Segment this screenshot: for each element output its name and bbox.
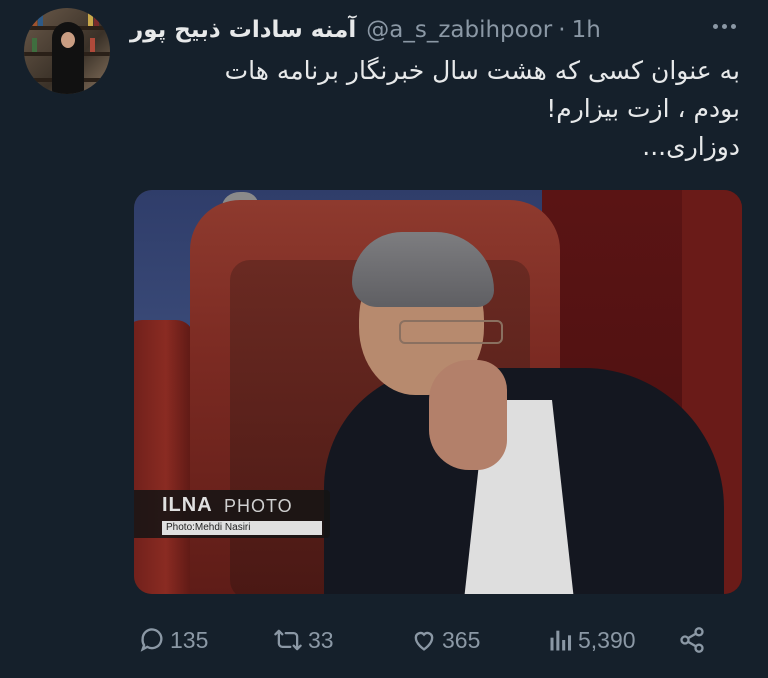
retweet-count: 33 [308,626,334,653]
watermark-credit: Photo:Mehdi Nasiri [162,521,322,535]
reply-icon [140,628,163,652]
author-display-name[interactable]: آمنه سادات ذبیح پور [130,17,356,43]
avatar[interactable] [24,8,110,94]
retweet-icon [274,629,302,651]
photo-watermark: ILNA PHOTO Photo:Mehdi Nasiri [134,490,330,538]
share-button[interactable] [678,626,706,654]
tweet-text: به عنوان کسی که هشت سال خبرنگار برنامه ه… [130,52,740,166]
watermark-label: PHOTO [224,496,293,516]
tweet-timestamp[interactable]: 1h [572,17,601,43]
meta-separator: · [558,17,566,43]
tweet-text-line: بودم ، ازت بیزارم! [546,94,740,123]
more-icon[interactable] [704,12,744,40]
views-icon [550,630,572,651]
tweet-actions: 135 33 365 5,390 [130,620,730,660]
views-count: 5,390 [578,626,636,653]
reply-button[interactable]: 135 [138,626,208,654]
heart-icon [414,631,434,651]
watermark-brand: ILNA [162,494,213,516]
views-button[interactable]: 5,390 [548,626,636,654]
share-icon [680,627,704,653]
tweet-text-line: دوزاری... [642,132,740,161]
tweet-text-line: به عنوان کسی که هشت سال خبرنگار برنامه ه… [224,56,740,85]
retweet-button[interactable]: 33 [272,626,334,654]
reply-count: 135 [170,626,209,653]
tweet-header: آمنه سادات ذبیح پور @a_s_zabihpoor · 1h [130,12,690,48]
tweet-photo[interactable]: ILNA PHOTO Photo:Mehdi Nasiri [134,190,742,594]
like-count: 365 [442,626,481,653]
like-button[interactable]: 365 [410,626,480,654]
author-handle[interactable]: @a_s_zabihpoor [366,17,552,43]
